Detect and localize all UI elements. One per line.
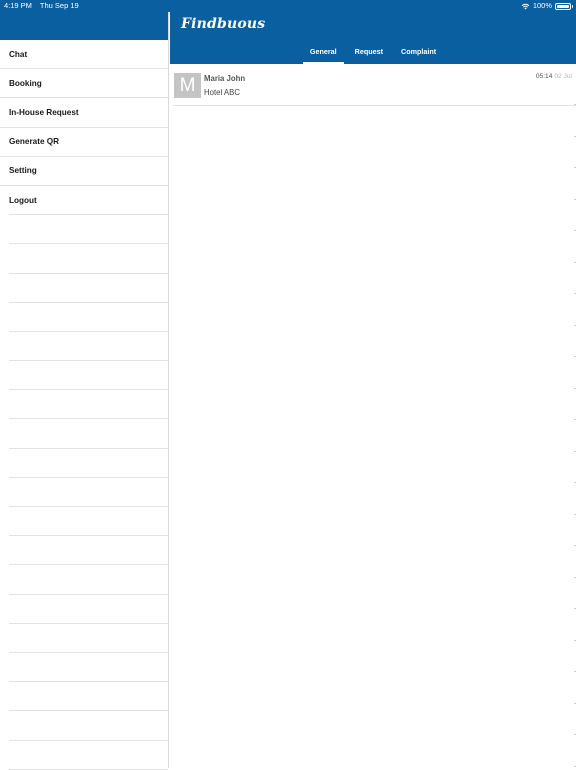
sidebar-empty-row xyxy=(9,653,168,683)
sidebar-item-label: Logout xyxy=(9,195,37,205)
sidebar-empty-row xyxy=(9,244,168,274)
sidebar-item-in-house-request[interactable]: In-House Request xyxy=(0,98,168,128)
sidebar-item-chat[interactable]: Chat xyxy=(0,40,168,70)
sidebar-empty-row xyxy=(9,361,168,391)
sidebar-empty-row xyxy=(9,274,168,303)
sidebar-empty-row xyxy=(9,624,168,653)
chat-time: 05:14 xyxy=(535,73,553,80)
status-time: 4:19 PM xyxy=(4,1,32,10)
tab-complaint[interactable]: Complaint xyxy=(394,42,443,64)
sidebar-item-label: Chat xyxy=(9,49,28,59)
chat-timestamp: 05:14 02 Jul xyxy=(536,73,572,80)
chat-list-item[interactable]: M Maria John Hotel ABC 05:14 02 Jul xyxy=(173,64,576,106)
sidebar-empty-row xyxy=(9,507,168,537)
wifi-icon xyxy=(521,3,530,9)
tab-general[interactable]: General xyxy=(302,42,344,64)
sidebar: Chat Booking In-House Request Generate Q… xyxy=(0,0,169,770)
sidebar-empty-row xyxy=(9,332,168,362)
status-date: Thu Sep 19 xyxy=(39,1,79,10)
sidebar-item-setting[interactable]: Setting xyxy=(0,157,168,186)
app-logo: Findbuous xyxy=(181,16,266,32)
status-right: 100% xyxy=(521,0,573,12)
sidebar-empty-row xyxy=(9,478,168,507)
sidebar-item-logout[interactable]: Logout xyxy=(9,186,168,216)
sidebar-empty-row xyxy=(9,565,168,595)
sidebar-item-label: In-House Request xyxy=(9,107,79,117)
sidebar-item-booking[interactable]: Booking xyxy=(0,69,168,99)
battery-fill xyxy=(557,4,569,8)
status-left: 4:19 PM Thu Sep 19 xyxy=(4,0,85,12)
sidebar-item-label: Generate QR xyxy=(9,137,60,147)
sidebar-empty-row xyxy=(9,449,168,478)
battery-icon xyxy=(555,2,573,10)
sidebar-empty-row xyxy=(9,536,168,566)
sidebar-empty-row xyxy=(9,711,168,741)
chat-date: 02 Jul xyxy=(554,73,572,80)
battery-percent: 100% xyxy=(532,1,552,10)
sidebar-item-label: Booking xyxy=(9,78,42,88)
sidebar-empty-row xyxy=(9,390,168,420)
sidebar-empty-row xyxy=(9,419,168,449)
status-bar: 4:19 PM Thu Sep 19 100% xyxy=(0,0,576,12)
sidebar-empty-row xyxy=(9,215,168,245)
sidebar-empty-rows xyxy=(0,215,168,770)
sidebar-empty-row xyxy=(9,595,168,624)
tab-bar: General Request Complaint xyxy=(170,42,576,64)
sidebar-item-label: Setting xyxy=(9,166,37,176)
avatar: M xyxy=(174,73,201,98)
chat-subtitle: Hotel ABC xyxy=(204,88,240,97)
tab-request[interactable]: Request xyxy=(348,42,390,64)
sidebar-empty-row xyxy=(9,682,168,712)
sidebar-item-generate-qr[interactable]: Generate QR xyxy=(0,128,168,157)
sidebar-empty-row xyxy=(9,741,168,770)
sidebar-empty-row xyxy=(9,303,168,332)
scroll-track xyxy=(572,84,576,767)
chat-name: Maria John xyxy=(204,74,246,83)
main-panel: Findbuous General Request Complaint M Ma… xyxy=(170,0,576,768)
